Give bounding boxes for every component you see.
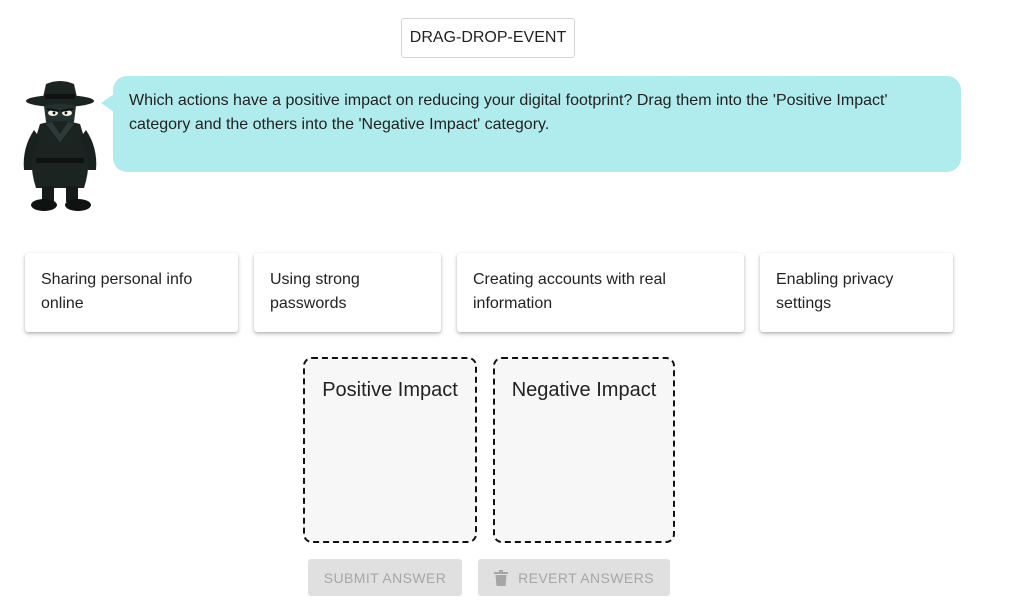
card-label: Using strong passwords <box>270 271 360 312</box>
card-label: Enabling privacy settings <box>776 271 894 312</box>
drop-zone-positive-impact[interactable]: Positive Impact <box>303 357 477 543</box>
draggable-card-privacy-settings[interactable]: Enabling privacy settings <box>760 253 953 332</box>
card-label: Sharing personal info online <box>41 271 193 312</box>
revert-button-label: REVERT ANSWERS <box>518 569 654 586</box>
card-label: Creating accounts with real information <box>473 271 666 312</box>
draggable-card-real-information[interactable]: Creating accounts with real information <box>457 253 744 332</box>
trash-icon <box>494 569 509 586</box>
drop-zone-negative-impact[interactable]: Negative Impact <box>493 357 675 543</box>
draggable-card-sharing-personal-info[interactable]: Sharing personal info online <box>25 253 238 332</box>
instruction-speech-bubble: Which actions have a positive impact on … <box>113 76 961 172</box>
event-type-label: DRAG-DROP-EVENT <box>401 18 575 58</box>
drop-zone-label: Negative Impact <box>511 379 657 401</box>
revert-answers-button[interactable]: REVERT ANSWERS <box>478 559 670 596</box>
spy-mascot-icon <box>23 81 97 211</box>
instruction-text: Which actions have a positive impact on … <box>129 92 888 133</box>
drop-zone-label: Positive Impact <box>322 379 458 401</box>
submit-button-label: SUBMIT ANSWER <box>323 569 447 586</box>
submit-answer-button[interactable]: SUBMIT ANSWER <box>308 559 462 596</box>
draggable-card-strong-passwords[interactable]: Using strong passwords <box>254 253 441 332</box>
